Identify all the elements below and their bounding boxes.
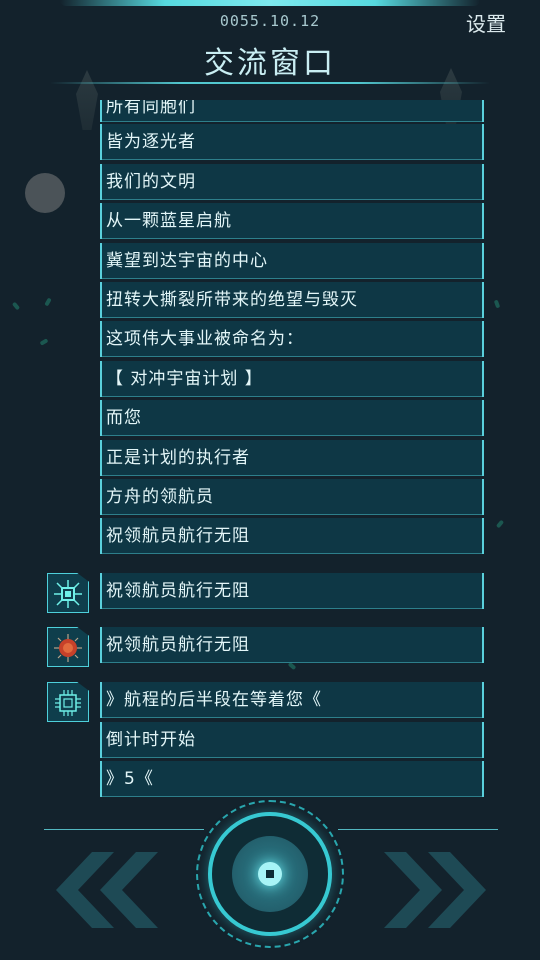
message-item: 【 对冲宇宙计划 】 [100,361,484,397]
core-button-center [258,862,282,886]
control-panel [0,800,540,960]
message-item: 我们的文明 [100,164,484,200]
message-item: 这项伟大事业被命名为： [100,321,484,357]
message-item: 冀望到达宇宙的中心 [100,243,484,279]
header-glow [60,0,480,6]
message-item: 而您 [100,400,484,436]
core-button[interactable] [196,800,344,948]
message-item: 正是计划的执行者 [100,440,484,476]
reply-message: 祝领航员航行无阻 [100,627,484,663]
header: 0055.10.12 设置 交流窗口 [0,0,540,90]
chip-signal-icon [47,573,89,613]
core-button-ring [208,812,332,936]
core-button-icon [232,836,308,912]
red-core-icon [47,627,89,667]
final-message: 倒计时开始 [100,722,484,758]
title-divider [50,82,490,84]
reply-message: 祝领航员航行无阻 [100,573,484,609]
message-item: 皆为逐光者 [100,124,484,160]
control-divider-left [44,829,204,830]
countdown-message: 》5《 [100,761,484,797]
double-chevron-right-icon[interactable] [380,852,490,928]
settings-button[interactable]: 设置 [466,8,506,37]
control-divider-right [338,829,498,830]
final-message: 》航程的后半段在等着您《 [100,682,484,718]
message-item: 从一颗蓝星启航 [100,203,484,239]
floating-orb [25,173,65,213]
double-chevron-left-icon[interactable] [52,852,162,928]
message-item: 祝领航员航行无阻 [100,518,484,554]
message-item: 所有同胞们 [100,100,484,122]
page-title: 交流窗口 [204,46,336,81]
cpu-chip-icon [47,682,89,722]
message-item: 方舟的领航员 [100,479,484,515]
game-date: 0055.10.12 [219,12,321,30]
message-item: 扭转大撕裂所带来的绝望与毁灭 [100,282,484,318]
